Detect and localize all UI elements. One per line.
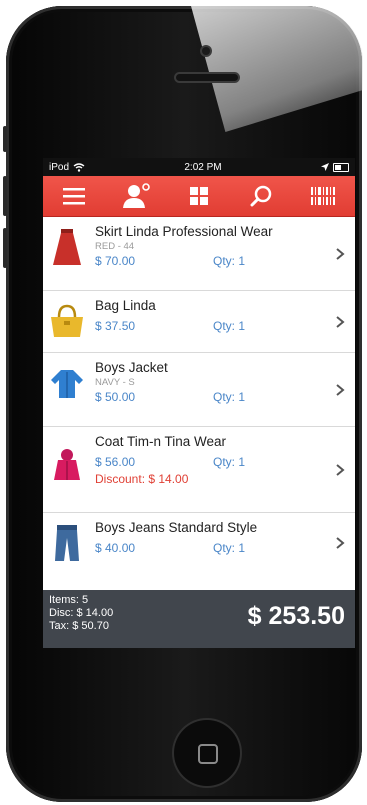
item-name: Coat Tim-n Tina Wear xyxy=(95,434,227,449)
chevron-right-icon xyxy=(336,247,345,260)
front-camera-icon xyxy=(202,47,210,55)
summary-items: Items: 5 xyxy=(49,594,89,606)
app-screen: iPod 2:02 PM Skirt Linda Professional We… xyxy=(43,158,355,648)
item-name: Skirt Linda Professional Wear xyxy=(95,224,273,239)
cart-item-list: Skirt Linda Professional Wear RED - 44 $… xyxy=(43,217,355,573)
toolbar xyxy=(43,176,355,217)
carrier-label: iPod xyxy=(49,161,70,173)
item-name: Boys Jacket xyxy=(95,360,168,375)
battery-icon xyxy=(332,162,349,172)
grid-icon xyxy=(189,187,208,205)
cart-item-row[interactable]: Boys Jacket NAVY - S $ 50.00 Qty: 1 xyxy=(43,353,355,427)
menu-icon xyxy=(63,188,86,205)
cart-item-row[interactable]: Boys Jeans Standard Style $ 40.00 Qty: 1 xyxy=(43,513,355,573)
barcode-icon xyxy=(310,187,337,205)
cart-total[interactable]: $ 253.50 xyxy=(248,602,345,631)
customer-button[interactable] xyxy=(122,182,152,210)
cart-item-row[interactable]: Coat Tim-n Tina Wear $ 56.00 Qty: 1 Disco… xyxy=(43,427,355,513)
product-thumbnail xyxy=(49,363,85,403)
search-button[interactable] xyxy=(246,182,276,210)
chevron-right-icon xyxy=(336,315,345,328)
chevron-right-icon xyxy=(336,383,345,396)
item-price: $ 50.00 xyxy=(95,390,136,404)
bag-icon xyxy=(51,304,83,337)
item-qty: Qty: 1 xyxy=(213,254,246,268)
grid-button[interactable] xyxy=(184,182,214,210)
customer-icon xyxy=(122,183,150,208)
cart-item-row[interactable]: Skirt Linda Professional Wear RED - 44 $… xyxy=(43,217,355,291)
earpiece-speaker xyxy=(176,74,238,81)
status-time: 2:02 PM xyxy=(184,161,222,173)
jacket-icon xyxy=(51,370,83,398)
location-arrow-icon xyxy=(320,163,329,171)
item-qty: Qty: 1 xyxy=(213,455,246,469)
product-thumbnail xyxy=(49,301,85,341)
item-name: Bag Linda xyxy=(95,298,156,313)
home-square-icon xyxy=(198,744,218,764)
item-price: $ 70.00 xyxy=(95,254,136,268)
summary-discount: Disc: $ 14.00 xyxy=(49,607,114,619)
wifi-icon xyxy=(73,162,85,172)
menu-button[interactable] xyxy=(59,182,89,210)
item-price: $ 56.00 xyxy=(95,455,136,469)
jeans-icon xyxy=(55,525,79,561)
cart-summary-bar: Items: 5 Disc: $ 14.00 Tax: $ 50.70 $ 25… xyxy=(43,590,355,648)
item-discount: Discount: $ 14.00 xyxy=(95,472,189,486)
barcode-button[interactable] xyxy=(309,182,339,210)
status-bar: iPod 2:02 PM xyxy=(43,158,355,176)
mute-switch xyxy=(3,126,7,152)
summary-tax: Tax: $ 50.70 xyxy=(49,620,109,632)
cart-item-row[interactable]: Bag Linda $ 37.50 Qty: 1 xyxy=(43,291,355,353)
item-name: Boys Jeans Standard Style xyxy=(95,520,258,535)
chevron-right-icon xyxy=(336,537,345,549)
item-price: $ 40.00 xyxy=(95,541,136,555)
volume-up-button xyxy=(3,176,7,216)
skirt-icon xyxy=(53,229,81,265)
item-variant: RED - 44 xyxy=(95,241,135,252)
home-button[interactable] xyxy=(174,720,240,786)
volume-down-button xyxy=(3,228,7,268)
item-price: $ 37.50 xyxy=(95,319,136,333)
item-qty: Qty: 1 xyxy=(213,541,246,555)
product-thumbnail xyxy=(49,445,85,485)
chevron-right-icon xyxy=(336,463,345,476)
coat-icon xyxy=(54,449,80,480)
item-variant: NAVY - S xyxy=(95,377,135,388)
item-qty: Qty: 1 xyxy=(213,390,246,404)
stage: iPod 2:02 PM Skirt Linda Professional We… xyxy=(0,0,367,805)
product-thumbnail xyxy=(49,227,85,267)
search-icon xyxy=(250,185,272,207)
product-thumbnail xyxy=(49,523,85,563)
item-qty: Qty: 1 xyxy=(213,319,246,333)
